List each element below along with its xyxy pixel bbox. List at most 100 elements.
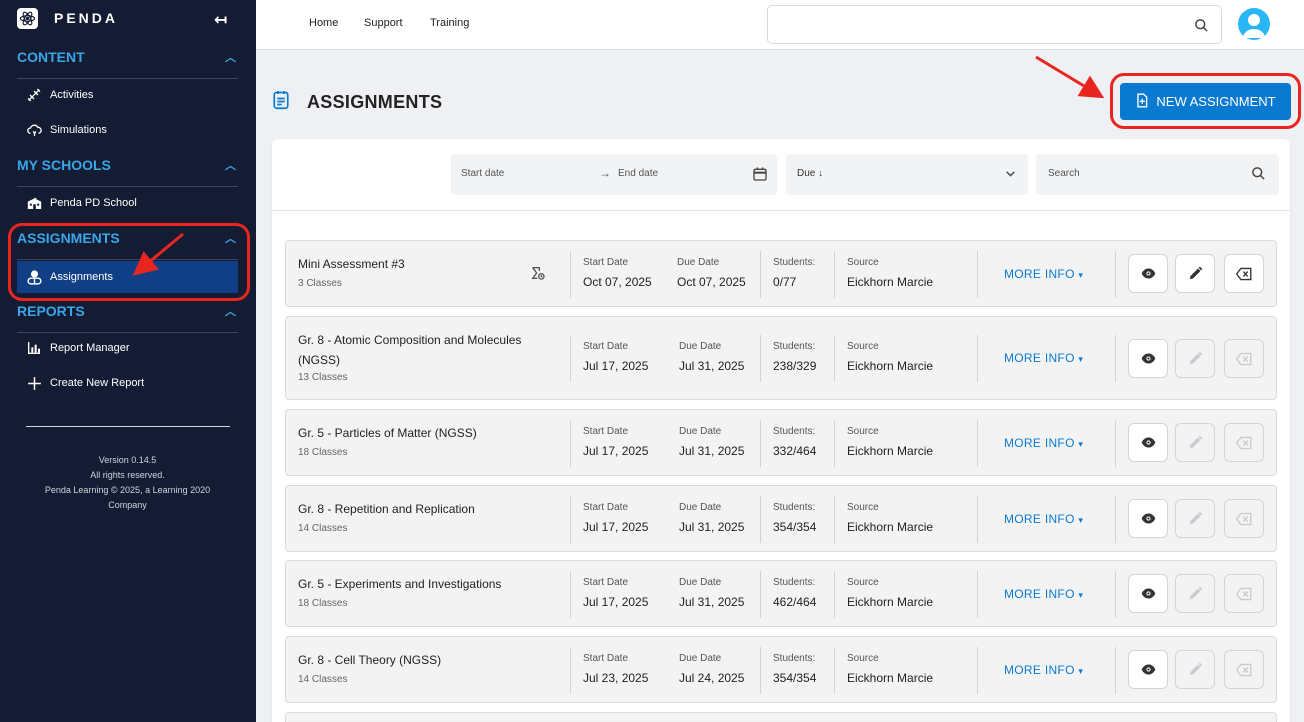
view-button[interactable] [1128, 499, 1168, 538]
assignment-title[interactable]: Mini Assessment #3 [298, 254, 558, 274]
sidebar-item-simulations[interactable]: Simulations [17, 114, 238, 146]
start-date-value: Jul 17, 2025 [583, 595, 649, 609]
due-date-value: Jul 31, 2025 [679, 359, 745, 373]
students-value: 0/77 [773, 275, 797, 289]
pencil-icon [1189, 266, 1202, 280]
divider [570, 420, 571, 467]
more-info-button[interactable]: MORE INFO ▾ [1004, 587, 1083, 601]
backspace-icon [1236, 267, 1252, 280]
edit-button-disabled [1175, 574, 1215, 613]
source-value: Eickhorn Marcie [847, 359, 934, 373]
assignments-card: Start date → End date Due ↓ Search Mini … [272, 139, 1290, 722]
divider [570, 647, 571, 694]
due-date-value: Jul 31, 2025 [679, 595, 745, 609]
view-button[interactable] [1128, 339, 1168, 378]
eye-icon [1141, 437, 1155, 448]
global-search-input[interactable] [767, 5, 1222, 44]
assignment-row[interactable]: Gr. 8 - Repetition and Replication 14 Cl… [285, 485, 1277, 552]
more-info-button[interactable]: MORE INFO ▾ [1004, 512, 1083, 526]
nav-link-support[interactable]: Support [364, 17, 403, 29]
more-info-button[interactable]: MORE INFO ▾ [1004, 436, 1083, 450]
assignment-row[interactable]: Gr. 5 - Experiments and Investigations 1… [285, 560, 1277, 627]
view-button[interactable] [1128, 254, 1168, 293]
view-button[interactable] [1128, 574, 1168, 613]
source-value: Eickhorn Marcie [847, 275, 934, 289]
more-info-button[interactable]: MORE INFO ▾ [1004, 351, 1083, 365]
divider [834, 420, 835, 467]
students-label: Students: [773, 341, 816, 352]
divider [1115, 335, 1116, 382]
assignment-classes: 14 Classes [298, 674, 348, 685]
chevron-down-icon: ▾ [1078, 515, 1084, 525]
start-date-label: Start Date [583, 341, 629, 352]
students-label: Students: [773, 653, 816, 664]
assignment-title[interactable]: Gr. 8 - Cell Theory (NGSS) [298, 650, 558, 670]
date-arrow: → [599, 166, 611, 180]
highlight-box [1110, 73, 1301, 129]
divider [760, 647, 761, 694]
divider [760, 420, 761, 467]
divider [760, 251, 761, 298]
assignment-title[interactable]: Gr. 5 - Particles of Matter (NGSS) [298, 423, 558, 443]
pencil-icon [1189, 662, 1202, 676]
assignment-title[interactable]: Gr. 8 - Repetition and Replication [298, 499, 558, 519]
view-button[interactable] [1128, 650, 1168, 689]
more-info-button[interactable]: MORE INFO ▾ [1004, 663, 1083, 677]
section-reports[interactable]: REPORTS ︿ [17, 297, 238, 325]
footer-divider [26, 426, 230, 427]
page-title: ASSIGNMENTS [307, 92, 443, 112]
divider [834, 496, 835, 543]
divider [760, 571, 761, 618]
more-info-label: MORE INFO [1004, 663, 1075, 677]
nav-link-home[interactable]: Home [309, 17, 338, 29]
start-date-value: Jul 17, 2025 [583, 444, 649, 458]
collapse-sidebar-icon[interactable]: ↤ [214, 10, 227, 30]
backspace-icon [1236, 663, 1252, 676]
search-icon[interactable] [1251, 166, 1266, 184]
divider [977, 647, 978, 694]
edit-button[interactable] [1175, 254, 1215, 293]
students-label: Students: [773, 426, 816, 437]
sidebar-item-penda-pd-school[interactable]: Penda PD School [17, 187, 238, 219]
divider [570, 496, 571, 543]
source-label: Source [847, 257, 879, 268]
nav-link-training[interactable]: Training [430, 17, 469, 29]
view-button[interactable] [1128, 423, 1168, 462]
section-title: MY SCHOOLS [17, 157, 111, 173]
date-range-picker[interactable]: Start date → End date [451, 154, 777, 195]
source-label: Source [847, 502, 879, 513]
section-content[interactable]: CONTENT ︿ [17, 43, 238, 71]
section-my-schools[interactable]: MY SCHOOLS ︿ [17, 151, 238, 179]
due-date-value: Jul 31, 2025 [679, 444, 745, 458]
divider [834, 647, 835, 694]
filter-search-input[interactable]: Search [1036, 154, 1279, 195]
students-value: 354/354 [773, 520, 817, 534]
assignment-classes: 3 Classes [298, 278, 342, 289]
source-value: Eickhorn Marcie [847, 444, 934, 458]
sidebar-item-activities[interactable]: Activities [17, 79, 238, 111]
assignment-row[interactable]: Gr. 5 - Particles of Matter (NGSS) 18 Cl… [285, 409, 1277, 476]
delete-button[interactable] [1224, 254, 1264, 293]
sort-select[interactable]: Due ↓ [786, 154, 1028, 195]
divider [977, 571, 978, 618]
assignment-title[interactable]: Gr. 5 - Experiments and Investigations [298, 574, 558, 594]
divider [760, 335, 761, 382]
school-icon [24, 193, 44, 213]
assignment-row[interactable] [285, 712, 1277, 722]
sidebar: PENDA ↤ CONTENT ︿ Activities Simulations… [0, 0, 256, 722]
sidebar-item-create-new-report[interactable]: Create New Report [17, 367, 238, 399]
plus-icon [24, 373, 44, 393]
assignment-row[interactable]: Gr. 8 - Cell Theory (NGSS) 14 Classes St… [285, 636, 1277, 703]
assignment-title[interactable]: Gr. 8 - Atomic Composition and Molecules… [298, 330, 558, 370]
search-icon[interactable] [1194, 18, 1209, 38]
sidebar-item-report-manager[interactable]: Report Manager [17, 332, 238, 364]
version-info: Version 0.14.5 All rights reserved. Pend… [17, 453, 238, 513]
divider [1115, 647, 1116, 694]
assignment-row[interactable]: Mini Assessment #3 3 Classes Start Date … [285, 240, 1277, 307]
calendar-icon[interactable] [752, 166, 768, 185]
start-date-label: Start Date [583, 426, 629, 437]
atom-logo-icon [17, 7, 38, 29]
assignment-row[interactable]: Gr. 8 - Atomic Composition and Molecules… [285, 316, 1277, 400]
user-avatar[interactable] [1238, 8, 1270, 40]
more-info-button[interactable]: MORE INFO ▾ [1004, 267, 1083, 281]
